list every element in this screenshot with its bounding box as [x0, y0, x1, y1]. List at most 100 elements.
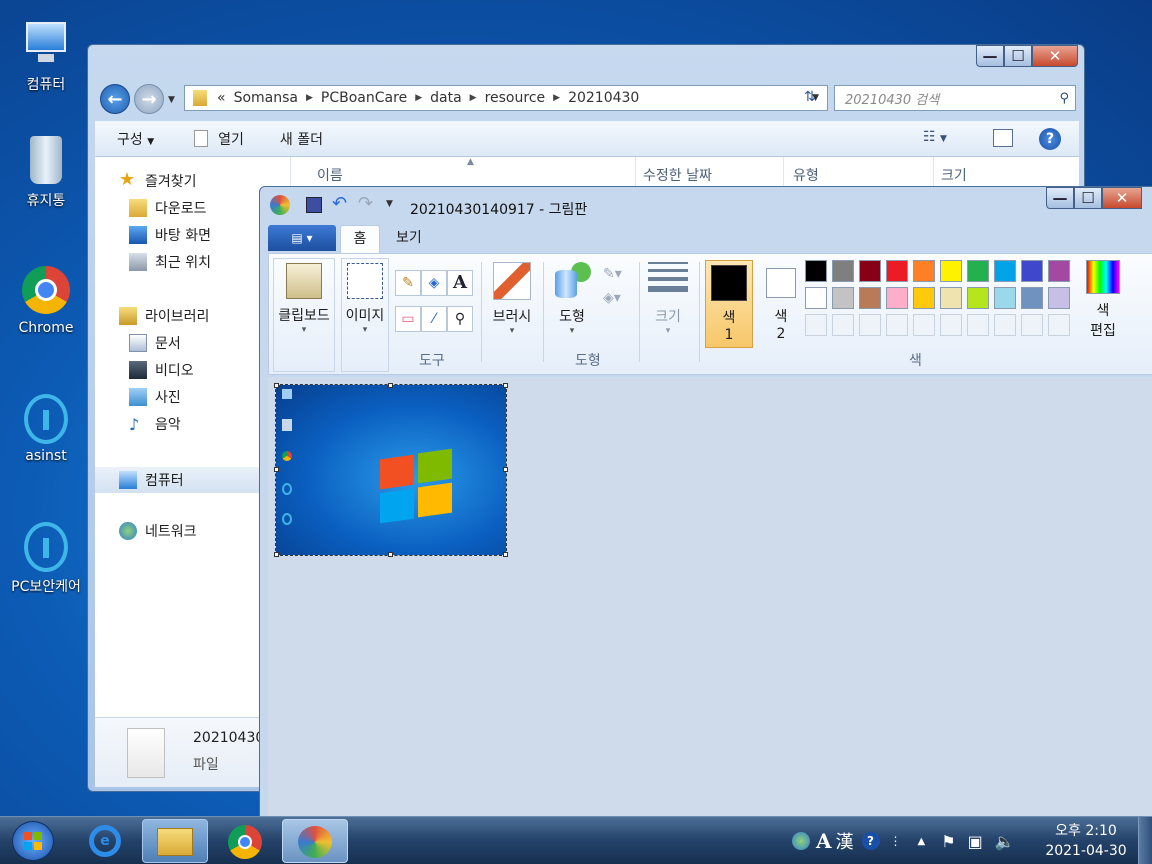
palette-swatch[interactable] — [832, 287, 854, 309]
taskbar-file-explorer[interactable] — [142, 819, 208, 863]
breadcrumb-somansa[interactable]: Somansa — [234, 90, 298, 106]
clipboard-button[interactable]: 클립보드 ▾ — [273, 258, 335, 372]
recent-pages-dropdown[interactable]: ▼ — [168, 95, 175, 105]
save-icon[interactable] — [306, 197, 322, 213]
open-button[interactable]: 열기 — [194, 129, 244, 149]
palette-custom-slot[interactable] — [859, 314, 881, 336]
image-button[interactable]: 이미지 ▾ — [341, 258, 389, 372]
palette-swatch[interactable] — [940, 287, 962, 309]
palette-swatch[interactable] — [994, 287, 1016, 309]
minimize-button[interactable]: — — [1046, 187, 1074, 209]
text-tool[interactable]: A — [447, 270, 473, 296]
palette-swatch[interactable] — [940, 260, 962, 282]
palette-custom-slot[interactable] — [913, 314, 935, 336]
palette-swatch[interactable] — [913, 287, 935, 309]
tab-view[interactable]: 보기 — [396, 225, 422, 251]
breadcrumb-pcboancare[interactable]: PCBoanCare — [321, 90, 407, 106]
ime-hanja-button[interactable]: 漢 — [836, 828, 854, 854]
palette-swatch[interactable] — [994, 260, 1016, 282]
nav-network[interactable]: 네트워크 — [119, 521, 197, 541]
column-header-date[interactable]: 수정한 날짜 — [643, 165, 712, 185]
brushes-button[interactable]: 브러시 ▾ — [485, 258, 539, 336]
close-button[interactable]: ✕ — [1032, 45, 1078, 67]
action-center-flag-icon[interactable]: ⚑ — [941, 832, 955, 851]
organize-button[interactable]: 구성 ▼ — [117, 129, 154, 149]
palette-swatch[interactable] — [805, 287, 827, 309]
nav-desktop[interactable]: 바탕 화면 — [129, 225, 211, 245]
column-header-size[interactable]: 크기 — [941, 165, 967, 185]
fill-tool[interactable]: ◈ — [421, 270, 447, 296]
palette-custom-slot[interactable] — [940, 314, 962, 336]
help-button[interactable]: ? — [1039, 128, 1061, 150]
view-options-button[interactable]: ☷ ▼ — [923, 129, 947, 145]
desktop-icon-asinst[interactable]: asinst — [4, 392, 88, 464]
paint-app-icon[interactable] — [270, 195, 290, 215]
breadcrumb-separator-icon[interactable]: ▶ — [306, 93, 313, 103]
taskbar-paint[interactable] — [282, 819, 348, 863]
palette-swatch[interactable] — [805, 260, 827, 282]
taskbar-internet-explorer[interactable]: e — [72, 819, 138, 863]
palette-custom-slot[interactable] — [886, 314, 908, 336]
ime-options-icon[interactable]: ⋮ — [890, 834, 902, 848]
preview-pane-button[interactable] — [993, 129, 1013, 147]
taskbar-chrome[interactable] — [212, 819, 278, 863]
resize-handle[interactable] — [274, 383, 279, 388]
palette-custom-slot[interactable] — [1048, 314, 1070, 336]
color-picker-tool[interactable]: ⁄ — [421, 306, 447, 332]
show-hidden-icons-button[interactable]: ▲ — [918, 836, 926, 847]
palette-custom-slot[interactable] — [1021, 314, 1043, 336]
palette-custom-slot[interactable] — [805, 314, 827, 336]
palette-swatch[interactable] — [1048, 287, 1070, 309]
pencil-tool[interactable]: ✎ — [395, 270, 421, 296]
column-header-type[interactable]: 유형 — [793, 165, 819, 185]
resize-handle[interactable] — [503, 383, 508, 388]
palette-swatch[interactable] — [967, 260, 989, 282]
refresh-button[interactable]: ⇅ — [804, 89, 826, 109]
column-header-name[interactable]: 이름 — [317, 165, 343, 185]
paint-menu-button[interactable]: ▤ ▾ — [268, 225, 336, 251]
search-input[interactable]: 20210430 검색 ⚲ — [834, 85, 1076, 111]
maximize-button[interactable]: ☐ — [1004, 45, 1032, 67]
palette-swatch[interactable] — [967, 287, 989, 309]
palette-custom-slot[interactable] — [967, 314, 989, 336]
minimize-button[interactable]: — — [976, 45, 1004, 67]
magnifier-tool[interactable]: ⚲ — [447, 306, 473, 332]
palette-swatch[interactable] — [859, 260, 881, 282]
quick-access-dropdown-icon[interactable]: ▼ — [386, 199, 393, 209]
undo-icon[interactable]: ↶ — [332, 193, 347, 214]
resize-handle[interactable] — [388, 552, 393, 557]
palette-swatch[interactable] — [913, 260, 935, 282]
breadcrumb-separator-icon[interactable]: ▶ — [470, 93, 477, 103]
resize-handle[interactable] — [503, 467, 508, 472]
network-status-icon[interactable]: ▣ — [968, 832, 983, 851]
canvas-area[interactable] — [268, 377, 1152, 819]
volume-icon[interactable]: 🔈 — [995, 832, 1015, 851]
clock[interactable]: 오후 2:10 2021-04-30 — [1040, 821, 1132, 861]
breadcrumb-separator-icon[interactable]: ▶ — [415, 93, 422, 103]
palette-custom-slot[interactable] — [832, 314, 854, 336]
ime-mode-button[interactable]: A — [816, 829, 832, 853]
address-overflow[interactable]: « — [217, 90, 226, 106]
address-bar[interactable]: « Somansa ▶ PCBoanCare ▶ data ▶ resource… — [184, 85, 828, 111]
size-button[interactable]: 크기 ▾ — [643, 258, 693, 336]
new-folder-button[interactable]: 새 폴더 — [280, 129, 323, 149]
resize-handle[interactable] — [274, 552, 279, 557]
nav-videos[interactable]: 비디오 — [129, 360, 194, 380]
tab-home[interactable]: 홈 — [340, 225, 380, 254]
desktop-icon-computer[interactable]: 컴퓨터 — [4, 18, 88, 94]
breadcrumb-separator-icon[interactable]: ▶ — [553, 93, 560, 103]
nav-favorites[interactable]: ★ 즐겨찾기 — [119, 171, 197, 191]
show-desktop-button[interactable] — [1138, 817, 1152, 864]
resize-handle[interactable] — [388, 383, 393, 388]
resize-handle[interactable] — [274, 467, 279, 472]
start-button[interactable] — [12, 821, 54, 861]
help-icon[interactable]: ? — [861, 832, 880, 850]
palette-swatch[interactable] — [886, 287, 908, 309]
edit-colors-button[interactable]: 색 편집 — [1081, 258, 1125, 340]
canvas-image[interactable] — [275, 384, 507, 556]
eraser-tool[interactable]: ▭ — [395, 306, 421, 332]
palette-swatch[interactable] — [1048, 260, 1070, 282]
outline-button[interactable]: ✎▾ — [603, 266, 622, 282]
breadcrumb-data[interactable]: data — [430, 90, 462, 106]
color1-button[interactable]: 색 1 — [705, 260, 753, 348]
